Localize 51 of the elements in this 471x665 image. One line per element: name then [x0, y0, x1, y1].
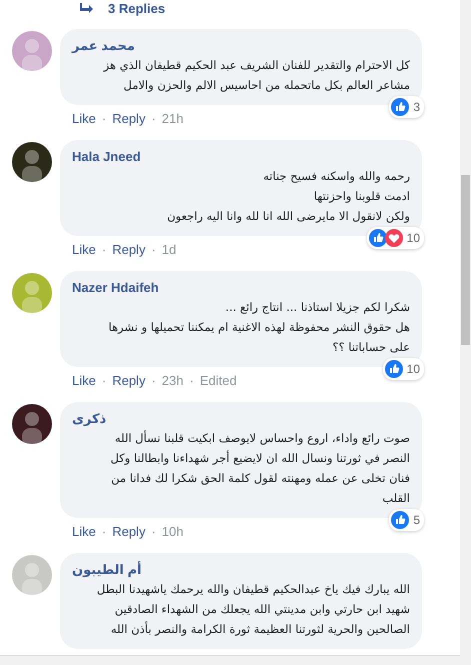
- reaction-badge[interactable]: 10: [366, 227, 424, 249]
- reaction-badge[interactable]: 3: [389, 96, 424, 118]
- replies-link[interactable]: 3 Replies: [108, 0, 166, 16]
- separator-dot: ·: [102, 373, 106, 389]
- avatar[interactable]: [12, 404, 52, 444]
- thumbs-up-icon: [368, 229, 387, 247]
- thumbs-up-icon: [391, 98, 410, 116]
- edited-label: Edited: [200, 373, 237, 389]
- thumbs-up-icon: [391, 511, 410, 529]
- separator-dot: ·: [102, 242, 106, 258]
- reply-link[interactable]: Reply: [112, 111, 146, 127]
- comment-text: الله يبارك فيك ياخ عبدالحكيم قطيفان والله يرحمك ياشهيدنا البطل: [96, 581, 410, 598]
- comment-text: فنان تخلى عن عمله ومهنته لقول كلمة الحق شكرا لك فدانا من: [111, 470, 410, 487]
- comment-text: شكرا لكم جزيلا استاذنا ... انتاج رائع ...: [225, 299, 410, 316]
- like-link[interactable]: Like: [72, 373, 96, 389]
- comment-text: هل حقوق النشر محفوظة لهذه الاغنية ام يمكننا تحميلها و نشرها: [108, 319, 410, 336]
- reply-arrow-icon: [80, 3, 94, 13]
- like-link[interactable]: Like: [72, 242, 96, 258]
- like-link[interactable]: Like: [72, 524, 96, 540]
- author-name[interactable]: أم الطيبون: [72, 561, 142, 579]
- reaction-badge[interactable]: 10: [382, 358, 424, 380]
- comment-text: ولكن لانقول الا مايرضى الله انا لله وانا اليه راجعون: [167, 208, 410, 225]
- separator-dot: ·: [151, 242, 156, 258]
- reply-link[interactable]: Reply: [112, 373, 146, 389]
- comment-text: كل الاحترام والتقدير للفنان الشريف عبد الحكيم قطيفان الذي هز: [104, 57, 410, 74]
- separator-dot: ·: [151, 524, 156, 540]
- reply-link[interactable]: Reply: [112, 242, 146, 258]
- comment-text: صوت رائع واداء، اروع واحساس لايوصف ابكيت قلبنا نسأل الله: [114, 429, 410, 447]
- comment-text: الصالحين والحرية لثورتنا العظيمة ثورة الكرامة والنصر بأذن الله: [110, 620, 410, 638]
- reaction-badge[interactable]: 5: [389, 509, 424, 531]
- comment-text: النصر في ثورتنا ونسال الله ان لايضيع أجر شهداءنا وابطالنا وكل: [110, 450, 410, 467]
- comment-text: ادمت قلوبنا واحزنتها: [314, 188, 410, 205]
- comment-text: رحمه والله واسكنه فسيح جناته: [263, 168, 410, 185]
- separator-dot: ·: [151, 111, 156, 127]
- comment-text: شهيد ابن حارتي وابن مدينتي الله يجعلك من الشهداء الصادقين: [114, 601, 410, 618]
- separator-dot: ·: [102, 111, 106, 127]
- author-name[interactable]: Nazer Hdaifeh: [72, 279, 159, 297]
- scrollbar[interactable]: [460, 0, 471, 665]
- author-name[interactable]: Hala Jneed: [72, 148, 141, 166]
- reply-link[interactable]: Reply: [112, 524, 146, 540]
- like-link[interactable]: Like: [72, 111, 96, 127]
- thumbs-up-icon: [384, 360, 403, 378]
- comment-text: على حساباتنا ؟؟: [332, 339, 410, 356]
- author-name[interactable]: محمد عمر: [72, 37, 135, 55]
- separator-dot: ·: [151, 373, 156, 389]
- comment-text: مشاعر العالم بكل ماتحمله من احاسيس الالم والحزن والامل: [124, 77, 410, 94]
- avatar[interactable]: [12, 142, 52, 182]
- separator-dot: ·: [190, 373, 194, 389]
- comment-text: القلب: [382, 490, 410, 507]
- author-name[interactable]: ذكرى: [72, 410, 106, 428]
- separator-dot: ·: [102, 524, 106, 540]
